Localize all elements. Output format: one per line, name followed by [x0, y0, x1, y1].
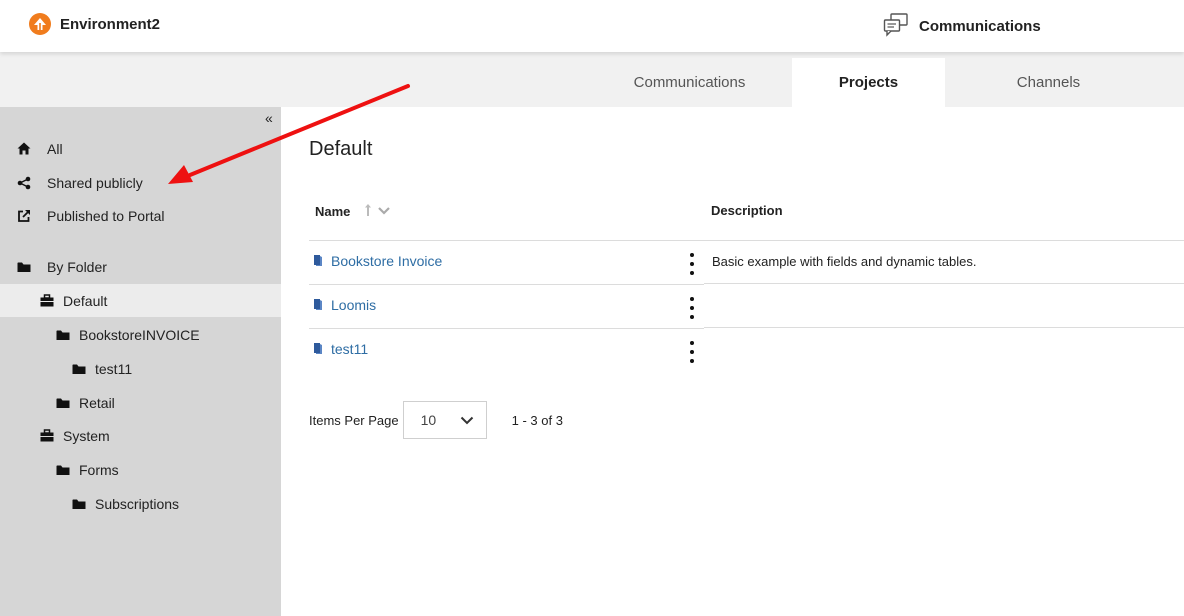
- sidebar-item-subscriptions[interactable]: Subscriptions: [0, 487, 281, 520]
- sidebar-item-default[interactable]: Default: [0, 284, 281, 317]
- sidebar-item-bookstoreinvoice[interactable]: BookstoreINVOICE: [0, 318, 281, 351]
- sidebar-item-label: Published to Portal: [47, 207, 165, 224]
- row-actions-menu-icon[interactable]: [687, 297, 697, 319]
- chevron-down-icon: [460, 412, 474, 428]
- folder-icon: [71, 496, 87, 512]
- project-name: test11: [331, 341, 369, 357]
- sidebar-item-test11[interactable]: test11: [0, 352, 281, 385]
- briefcase-icon: [39, 293, 55, 309]
- sidebar-item-retail[interactable]: Retail: [0, 386, 281, 419]
- divider: [309, 240, 1184, 241]
- sidebar-item-label: Default: [63, 292, 108, 309]
- row-actions-menu-icon[interactable]: [687, 341, 697, 363]
- app-title: Communications: [919, 18, 1041, 35]
- page-title: Default: [309, 138, 373, 160]
- external-link-icon: [16, 208, 32, 224]
- items-per-page-label: Items Per Page: [309, 412, 399, 428]
- divider: [309, 328, 704, 329]
- project-name: Bookstore Invoice: [331, 253, 443, 269]
- pagination: Items Per Page 10 1 - 3 of 3: [309, 401, 563, 439]
- main-content: Default Name Description Bookstore Invoi…: [281, 107, 1184, 616]
- sidebar: « All Shared publicly Published to Porta…: [0, 107, 281, 616]
- sidebar-item-published-to-portal[interactable]: Published to Portal: [0, 199, 281, 232]
- column-header-label: Name: [315, 204, 351, 219]
- sidebar-item-label: By Folder: [47, 258, 107, 275]
- sidebar-item-label: Shared publicly: [47, 174, 143, 191]
- folder-icon: [55, 395, 71, 411]
- home-icon: [16, 141, 32, 157]
- folder-icon: [16, 259, 32, 275]
- project-link-loomis[interactable]: Loomis: [313, 297, 376, 313]
- chat-bubbles-icon: [883, 13, 909, 40]
- top-header: Environment2 Communications: [0, 0, 1184, 52]
- folder-icon: [55, 327, 71, 343]
- tab-channels[interactable]: Channels: [945, 58, 1152, 107]
- folder-icon: [71, 361, 87, 377]
- app-switcher[interactable]: Communications: [883, 13, 1041, 40]
- pagination-range: 1 - 3 of 3: [511, 412, 563, 428]
- sidebar-item-label: System: [63, 427, 110, 444]
- tab-projects[interactable]: Projects: [792, 58, 945, 107]
- tabs-bar: Communications Projects Channels: [0, 52, 1184, 107]
- project-link-test11[interactable]: test11: [313, 341, 368, 357]
- briefcase-icon: [39, 428, 55, 444]
- project-description: Basic example with fields and dynamic ta…: [712, 254, 977, 269]
- brand[interactable]: Environment2: [29, 13, 160, 35]
- share-icon: [16, 175, 32, 191]
- tab-communications[interactable]: Communications: [588, 58, 791, 107]
- row-actions-menu-icon[interactable]: [687, 253, 697, 275]
- book-icon: [313, 253, 323, 269]
- brand-name: Environment2: [60, 15, 161, 33]
- sidebar-item-label: Retail: [79, 394, 115, 411]
- collapse-sidebar-icon[interactable]: «: [265, 110, 273, 126]
- column-header-name[interactable]: Name: [315, 203, 392, 220]
- sidebar-item-label: Forms: [79, 461, 119, 478]
- sidebar-item-shared-publicly[interactable]: Shared publicly: [0, 166, 281, 199]
- brand-logo-icon: [29, 13, 51, 35]
- sidebar-item-all[interactable]: All: [0, 132, 281, 165]
- book-icon: [313, 297, 323, 313]
- sidebar-item-label: Subscriptions: [95, 495, 180, 512]
- items-per-page-value: 10: [420, 412, 437, 428]
- project-link-bookstore-invoice[interactable]: Bookstore Invoice: [313, 253, 442, 269]
- sidebar-item-system[interactable]: System: [0, 419, 281, 452]
- sort-icon[interactable]: [364, 203, 392, 220]
- items-per-page-select[interactable]: 10: [402, 401, 487, 439]
- folder-icon: [55, 462, 71, 478]
- sidebar-item-by-folder[interactable]: By Folder: [0, 250, 281, 283]
- divider: [309, 284, 704, 285]
- divider: [704, 283, 1184, 284]
- sidebar-item-label: BookstoreINVOICE: [79, 326, 200, 343]
- project-name: Loomis: [331, 297, 377, 313]
- column-header-description: Description: [711, 203, 783, 218]
- sidebar-item-label: test11: [95, 360, 133, 377]
- sidebar-item-forms[interactable]: Forms: [0, 453, 281, 486]
- book-icon: [313, 341, 323, 357]
- divider: [704, 327, 1184, 328]
- sidebar-item-label: All: [47, 140, 63, 157]
